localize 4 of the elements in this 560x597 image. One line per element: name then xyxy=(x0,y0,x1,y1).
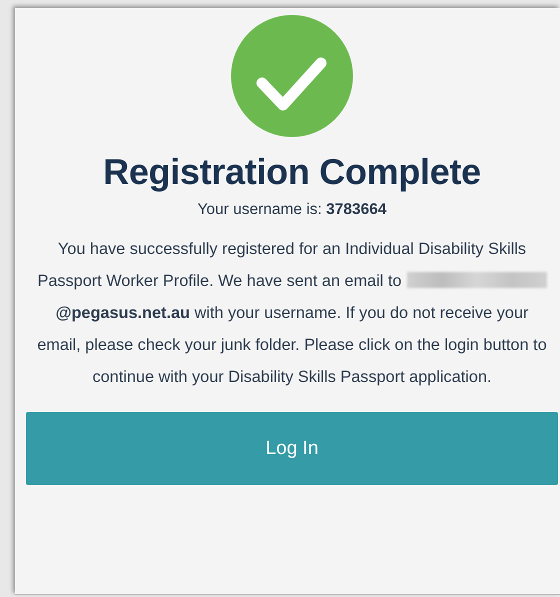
login-button[interactable]: Log In xyxy=(26,412,558,485)
page-title: Registration Complete xyxy=(103,151,481,193)
username-text: Your username is: 3783664 xyxy=(197,201,386,219)
message-text: @pegasus.net.au with your username. If you do not receive your email, please check your junk folder. Please click on the login button to continue with your Disability Skills Passport application. xyxy=(37,304,547,386)
